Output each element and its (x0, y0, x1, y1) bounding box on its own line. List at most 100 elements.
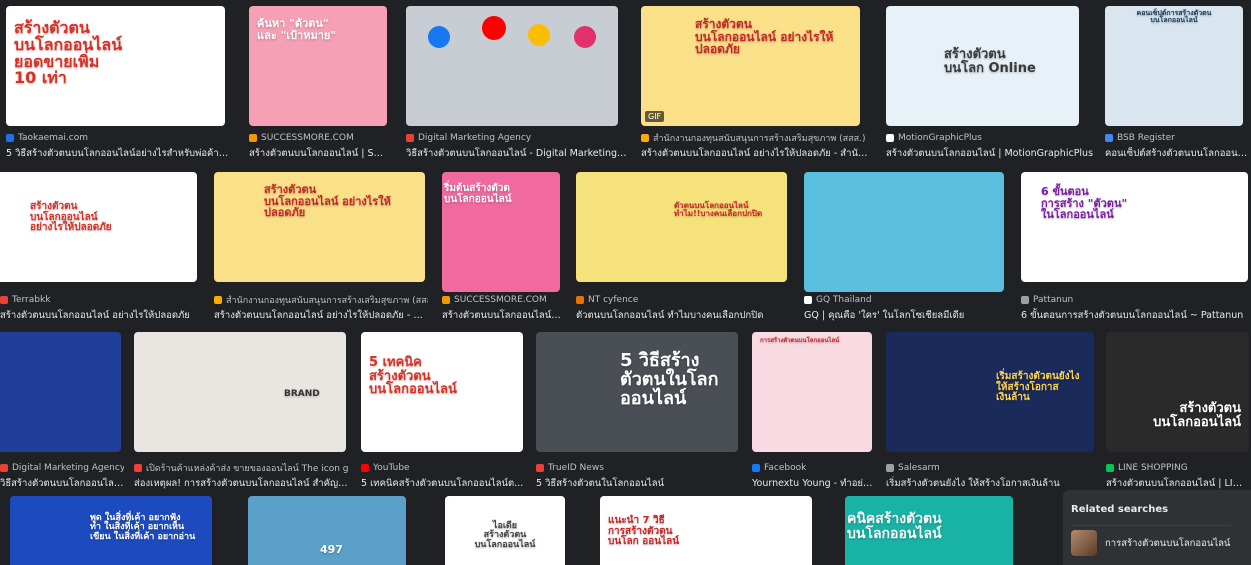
result-caption[interactable]: สร้างตัวตนบนโลกออนไลน์ อย่างไรให้ปลอดภัย… (214, 308, 428, 323)
site-favicon-icon (641, 134, 649, 142)
thumbnail-text: สร้างตัวตน บนโลกออนไลน์ อย่างไรให้ปลอดภั… (695, 17, 834, 57)
related-searches-title: Related searches (1071, 504, 1169, 515)
result-source[interactable]: YouTube (361, 462, 525, 474)
source-label: เปิดร้านค้าแหล่งค้าส่ง ขายของออนไลน์ The… (146, 464, 348, 474)
result-thumbnail[interactable]: 5 เทคนิค สร้างตัวตน บนโลกออนไลน์ (361, 332, 523, 452)
result-thumbnail[interactable]: เริ่มสร้างตัวตนยังไง ให้สร้างโอกาส เงินล… (886, 332, 1094, 452)
result-caption[interactable]: วิธีสร้างตัวตนบนโลกออนไลน... (0, 476, 124, 491)
thumbnail-text: พูด ในสิ่งที่เค้า อยากฟัง ทำ ในสิ่งที่เค… (90, 513, 196, 542)
result-caption[interactable]: สร้างตัวตนบนโลกออนไลน์ อย่างไรให้ปลอดภัย… (641, 146, 869, 161)
result-thumbnail[interactable]: ไอเดีย สร้างตัวตน บนโลกออนไลน์ (445, 496, 565, 565)
result-thumbnail[interactable] (406, 6, 618, 126)
source-label: YouTube (373, 463, 410, 473)
result-source[interactable]: GQ Thailand (804, 294, 1004, 306)
result-source[interactable]: Digital Marketing Agency (406, 132, 628, 144)
result-caption[interactable]: Yournextu Young - ทำอย่า... (752, 476, 874, 491)
site-favicon-icon (442, 296, 450, 304)
source-label: LINE SHOPPING (1118, 463, 1188, 473)
result-source[interactable]: Terrabkk (0, 294, 200, 306)
result-caption[interactable]: สร้างตัวตนบนโลกออนไลน์ | LINE... (1106, 476, 1249, 491)
result-caption[interactable]: 5 วิธีสร้างตัวตนในโลกออนไลน์ (536, 476, 740, 491)
result-thumbnail[interactable]: สร้างตัวตน บนโลกออนไลน์ (1106, 332, 1249, 452)
thumbnail-text: เริ่มสร้างตัวตนยังไง ให้สร้างโอกาส เงินล… (996, 371, 1080, 403)
result-source[interactable]: SUCCESSMORE.COM (442, 294, 562, 306)
result-source[interactable]: BSB Register (1105, 132, 1248, 144)
result-caption[interactable]: สร้างตัวตนบนโลกออนไลน์ | MotionGraphicPl… (886, 146, 1096, 161)
thumbnail-text: BRAND (284, 389, 320, 399)
instagram-icon (574, 26, 596, 48)
result-source[interactable]: SUCCESSMORE.COM (249, 132, 389, 144)
result-source[interactable]: TrueID News (536, 462, 740, 474)
site-favicon-icon (1106, 464, 1114, 472)
result-thumbnail[interactable]: ตัวตนบนโลกออนไลน์ ทำไม!!บางคนเลือกปกปิด (576, 172, 787, 282)
thumbnail-text: 5 วิธีสร้าง ตัวตนในโลก ออนไลน์ (620, 350, 719, 409)
result-thumbnail[interactable]: คนิคสร้างตัวตน บนโลกออนไลน์ (845, 496, 1013, 565)
source-label: Digital Marketing Agency (418, 133, 532, 143)
thumbnail-text: คอนเซ็ปต์การสร้างตัวตน บนโลกออนไลน์ (1136, 9, 1212, 25)
result-thumbnail[interactable]: การสร้างตัวตนบนโลกออนไลน์ (752, 332, 872, 452)
result-caption[interactable]: 6 ขั้นตอนการสร้างตัวตนบนโลกออนไลน์ ~ Pat… (1021, 308, 1248, 323)
source-label: SUCCESSMORE.COM (454, 295, 547, 305)
result-thumbnail[interactable]: สร้างตัวตน บนโลกออนไลน์ ยอดขายเพิ่ม 10 เ… (6, 6, 225, 126)
result-source[interactable]: เปิดร้านค้าแหล่งค้าส่ง ขายของออนไลน์ The… (134, 462, 348, 474)
thumbnail-text: แนะนำ 7 วิธี การสร้างตัวตน บนโลก ออนไลน์ (608, 515, 680, 547)
result-thumbnail[interactable]: 497 (248, 496, 406, 565)
result-thumbnail[interactable]: สร้างตัวตน บนโลกออนไลน์ อย่างไรให้ปลอดภั… (214, 172, 425, 282)
result-caption[interactable]: ส่องเหตุผล! การสร้างตัวตนบนโลกออนไลน์ สำ… (134, 476, 348, 491)
result-source[interactable]: MotionGraphicPlus (886, 132, 1096, 144)
thumbnail-text: 6 ขั้นตอน การสร้าง "ตัวตน" ในโลกออนไลน์ (1041, 185, 1128, 222)
source-label: Digital Marketing Agency (12, 463, 124, 473)
site-favicon-icon (804, 296, 812, 304)
result-source[interactable]: NT cyfence (576, 294, 790, 306)
result-caption[interactable]: สร้างตัวตนบนโลกออนไลน์ | SUC... (249, 146, 389, 161)
result-caption[interactable]: สร้างตัวตนบนโลกออนไลน์ |... (442, 308, 562, 323)
result-source[interactable]: Salesarm (886, 462, 1096, 474)
source-label: สำนักงานกองทุนสนับสนุนการสร้างเสริมสุขภา… (653, 134, 866, 144)
thumbnail-text: คนิคสร้างตัวตน บนโลกออนไลน์ (847, 511, 942, 542)
site-favicon-icon (6, 134, 14, 142)
result-thumbnail[interactable] (804, 172, 1004, 292)
result-thumbnail[interactable]: ริ่มต้นสร้างตัวต บนโลกออนไลน์ (442, 172, 560, 292)
result-thumbnail[interactable]: พูด ในสิ่งที่เค้า อยากฟัง ทำ ในสิ่งที่เค… (10, 496, 212, 565)
result-caption[interactable]: เริ่มสร้างตัวตนยังไง ให้สร้างโอกาสเงินล้… (886, 476, 1096, 491)
result-thumbnail[interactable]: สร้างตัวตน บนโลกออนไลน์ อย่างไรให้ปลอดภั… (0, 172, 197, 282)
result-source[interactable]: Pattanun (1021, 294, 1248, 306)
result-source[interactable]: สำนักงานกองทุนสนับสนุนการสร้างเสริมสุขภา… (641, 132, 869, 144)
result-thumbnail[interactable]: แนะนำ 7 วิธี การสร้างตัวตน บนโลก ออนไลน์ (600, 496, 812, 565)
related-search-item[interactable]: การสร้างตัวตนบนโลกออนไลน์ (1071, 530, 1230, 556)
source-label: TrueID News (548, 463, 604, 473)
result-caption[interactable]: 5 เทคนิคสร้างตัวตนบนโลกออนไลน์ต... (361, 476, 525, 491)
result-thumbnail[interactable]: คอนเซ็ปต์การสร้างตัวตน บนโลกออนไลน์ (1105, 6, 1243, 126)
thumbnail-text: 497 (320, 543, 343, 556)
source-label: SUCCESSMORE.COM (261, 133, 354, 143)
source-label: GQ Thailand (816, 295, 872, 305)
thumbnail-text: ริ่มต้นสร้างตัวต บนโลกออนไลน์ (444, 183, 512, 205)
result-source[interactable]: Facebook (752, 462, 874, 474)
result-caption[interactable]: GQ | คุณคือ 'ใคร' ในโลกโซเชียลมีเดีย (804, 308, 1004, 323)
result-thumbnail[interactable]: BRAND (134, 332, 346, 452)
result-thumbnail[interactable]: ค้นหา "ตัวตน" และ "เป้าหมาย" (249, 6, 387, 126)
thumbnail-text: สร้างตัวตน บนโลกออนไลน์ (1153, 401, 1241, 430)
site-favicon-icon (0, 296, 8, 304)
result-thumbnail[interactable]: สร้างตัวตน บนโลก Online (886, 6, 1079, 126)
result-thumbnail[interactable]: 6 ขั้นตอน การสร้าง "ตัวตน" ในโลกออนไลน์ (1021, 172, 1248, 282)
related-search-label: การสร้างตัวตนบนโลกออนไลน์ (1105, 537, 1231, 549)
thumbnail-text: สร้างตัวตน บนโลกออนไลน์ อย่างไรให้ปลอดภั… (264, 183, 391, 220)
result-thumbnail[interactable] (0, 332, 121, 452)
result-thumbnail[interactable]: 5 วิธีสร้าง ตัวตนในโลก ออนไลน์ (536, 332, 738, 452)
result-thumbnail[interactable]: สร้างตัวตน บนโลกออนไลน์ อย่างไรให้ปลอดภั… (641, 6, 860, 126)
thumbnail-text: สร้างตัวตน บนโลก Online (944, 47, 1036, 76)
result-source[interactable]: LINE SHOPPING (1106, 462, 1249, 474)
site-favicon-icon (886, 134, 894, 142)
result-source[interactable]: Taokaemai.com (6, 132, 232, 144)
result-caption[interactable]: วิธีสร้างตัวตนบนโลกออนไลน์ - Digital Mar… (406, 146, 628, 161)
results-row-1: สร้างตัวตน บนโลกออนไลน์ ยอดขายเพิ่ม 10 เ… (0, 0, 1251, 160)
result-caption[interactable]: สร้างตัวตนบนโลกออนไลน์ อย่างไรให้ปลอดภัย (0, 308, 200, 323)
site-favicon-icon (886, 464, 894, 472)
result-caption[interactable]: 5 วิธีสร้างตัวตนบนโลกออนไลน์อย่างไรสำหรั… (6, 146, 232, 161)
result-caption[interactable]: ตัวตนบนโลกออนไลน์ ทำไมบางคนเลือกปกปิด (576, 308, 790, 323)
thumbnail-text: สร้างตัวตน บนโลกออนไลน์ ยอดขายเพิ่ม 10 เ… (14, 18, 123, 88)
result-source[interactable]: Digital Marketing Agency (0, 462, 124, 474)
result-caption[interactable]: คอนเซ็ปต์สร้างตัวตนบนโลกออนไล... (1105, 146, 1248, 161)
result-source[interactable]: สำนักงานกองทุนสนับสนุนการสร้างเสริมสุขภา… (214, 294, 428, 306)
